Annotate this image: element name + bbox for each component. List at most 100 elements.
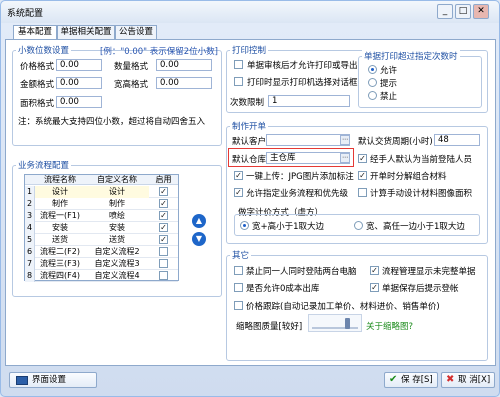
qty-format-input[interactable]: 0.00 [156, 59, 212, 71]
header-custom-name: 自定义名称 [85, 175, 149, 185]
delivery-period-input[interactable]: 48 [434, 134, 480, 146]
default-customer-input[interactable] [266, 134, 350, 146]
flow-table: 流程名称 自定义名称 启用 1 设计 设计 ✓ 2 制作 制作 ✓ 3 流程一(F1) 喷绘 ✓ 4 安装… [24, 174, 179, 282]
flow-name-cell: 流程二(F2) [40, 247, 80, 256]
tab-notice[interactable]: 公告设置 [115, 25, 157, 39]
decompose-checkbox[interactable]: ✓ [358, 171, 367, 180]
title-bar: 系统配置 _ □ ✕ [1, 1, 499, 23]
move-down-button[interactable]: ▼ [192, 232, 206, 246]
calc-mode-a-label: 宽+高小于1取大边 [252, 222, 325, 232]
jpg-annotate-checkbox[interactable]: ✓ [234, 171, 243, 180]
amount-format-input[interactable]: 0.00 [56, 77, 102, 89]
close-button[interactable]: ✕ [473, 4, 489, 19]
row-number: 4 [25, 222, 35, 234]
move-up-button[interactable]: ▲ [192, 214, 206, 228]
price-tracking-checkbox[interactable] [234, 301, 243, 310]
window-title: 系统配置 [7, 9, 44, 19]
show-incomplete-checkbox[interactable]: ✓ [370, 266, 379, 275]
flow-group-title: 业务流程配置 [16, 159, 72, 171]
calc-mode-a-radio[interactable] [240, 221, 249, 230]
enabled-checkbox[interactable] [159, 259, 168, 268]
enabled-checkbox[interactable]: ✓ [159, 235, 168, 244]
interface-settings-button[interactable]: 界面设置 [9, 372, 97, 388]
interface-icon [16, 376, 28, 385]
table-row[interactable]: 3 流程一(F1) 喷绘 ✓ [25, 210, 178, 222]
prompt-radio[interactable] [368, 78, 377, 87]
forbid-radio[interactable] [368, 91, 377, 100]
tab-content: 小数位数设置 [例："0.00" 表示保留2位小数] 价格格式 0.00 数量格… [5, 39, 496, 366]
cancel-label: 取 消[X] [458, 375, 491, 385]
table-row[interactable]: 6 流程二(F2) 自定义流程2 [25, 246, 178, 258]
thumbnail-help-link[interactable]: 关于缩略图? [366, 320, 413, 332]
enabled-checkbox[interactable]: ✓ [159, 211, 168, 220]
enabled-checkbox[interactable]: ✓ [159, 199, 168, 208]
tab-document[interactable]: 单据相关配置 [57, 25, 115, 39]
zero-cost-checkbox[interactable] [234, 283, 243, 292]
custom-name-cell[interactable]: 制作 [85, 198, 149, 210]
maximize-button[interactable]: □ [455, 4, 471, 19]
print-limit-title: 单据打印超过指定次数时 [362, 50, 460, 62]
row-number: 7 [25, 258, 35, 270]
custom-name-cell[interactable]: 设计 [85, 186, 149, 198]
width-format-input[interactable]: 0.00 [156, 77, 212, 89]
print-group-title: 打印控制 [230, 44, 269, 56]
qty-format-label: 数量格式 [114, 62, 149, 72]
save-button[interactable]: ✔ 保 存[S] [384, 372, 438, 388]
calc-mode-b-radio[interactable] [354, 221, 363, 230]
row-number: 2 [25, 198, 35, 210]
cancel-button[interactable]: ✖ 取 消[X] [441, 372, 495, 388]
table-row[interactable]: 4 安装 安装 ✓ [25, 222, 178, 234]
custom-name-cell[interactable]: 喷绘 [85, 210, 149, 222]
handler-default-label: 经手人默认为当前登陆人员 [370, 155, 473, 165]
custom-name-cell[interactable]: 自定义流程2 [85, 246, 149, 258]
thumbnail-quality-label: 缩略图质量[较好] [236, 322, 303, 332]
allow-radio[interactable] [368, 65, 377, 74]
image-area-checkbox[interactable] [358, 188, 367, 197]
custom-name-cell[interactable]: 自定义流程3 [85, 258, 149, 270]
row-number: 5 [25, 234, 35, 246]
table-row[interactable]: 1 设计 设计 ✓ [25, 186, 178, 198]
table-row[interactable]: 8 流程四(F4) 自定义流程4 [25, 270, 178, 282]
tab-basic[interactable]: 基本配置 [13, 25, 57, 40]
default-warehouse-input[interactable]: 主仓库 [266, 152, 350, 164]
single-login-checkbox[interactable] [234, 266, 243, 275]
customer-dropdown-button[interactable]: ⋯ [340, 135, 350, 145]
delivery-period-label: 默认交货周期(小时) [358, 137, 433, 147]
header-enabled: 启用 [149, 175, 178, 185]
flow-priority-checkbox[interactable]: ✓ [234, 188, 243, 197]
handler-default-checkbox[interactable]: ✓ [358, 154, 367, 163]
jpg-annotate-label: 一键上传：JPG图片添加标注 [246, 172, 354, 182]
allow-label: 允许 [380, 66, 398, 76]
enabled-checkbox[interactable] [159, 271, 168, 280]
decimal-note: 注：系统最大支持四位小数，超过将自动四舍五入 [18, 117, 206, 127]
enabled-checkbox[interactable] [159, 247, 168, 256]
table-row[interactable]: 5 送货 送货 ✓ [25, 234, 178, 246]
table-row[interactable]: 7 流程三(F3) 自定义流程3 [25, 258, 178, 270]
price-format-input[interactable]: 0.00 [56, 59, 102, 71]
check-icon: ✔ [389, 374, 398, 385]
flow-name-cell: 流程四(F4) [40, 271, 80, 280]
enabled-checkbox[interactable]: ✓ [159, 223, 168, 232]
area-format-input[interactable]: 0.00 [56, 96, 102, 108]
row-number: 3 [25, 210, 35, 222]
warehouse-dropdown-button[interactable]: ⋯ [340, 153, 350, 163]
copies-input[interactable]: 1 [268, 95, 350, 107]
production-group-title: 制作开单 [230, 120, 269, 132]
minimize-button[interactable]: _ [437, 4, 453, 19]
print-after-audit-checkbox[interactable] [234, 60, 243, 69]
custom-name-cell[interactable]: 安装 [85, 222, 149, 234]
custom-name-cell[interactable]: 自定义流程4 [85, 270, 149, 282]
decompose-label: 开单时分解组合材料 [370, 172, 447, 182]
flow-name-cell: 制作 [52, 199, 68, 208]
print-dialog-checkbox[interactable] [234, 77, 243, 86]
custom-name-cell[interactable]: 送货 [85, 234, 149, 246]
table-row[interactable]: 2 制作 制作 ✓ [25, 198, 178, 210]
calc-mode-b-label: 宽、高任一边小于1取大边 [366, 222, 465, 232]
thumbnail-quality-slider[interactable] [308, 314, 362, 332]
post-save-prompt-checkbox[interactable]: ✓ [370, 283, 379, 292]
slider-thumb[interactable] [345, 318, 350, 329]
enabled-checkbox[interactable]: ✓ [159, 187, 168, 196]
default-customer-label: 默认客户 [232, 137, 267, 147]
post-save-prompt-label: 单据保存后提示登帐 [382, 284, 459, 294]
zero-cost-label: 是否允许0成本出库 [246, 284, 320, 294]
